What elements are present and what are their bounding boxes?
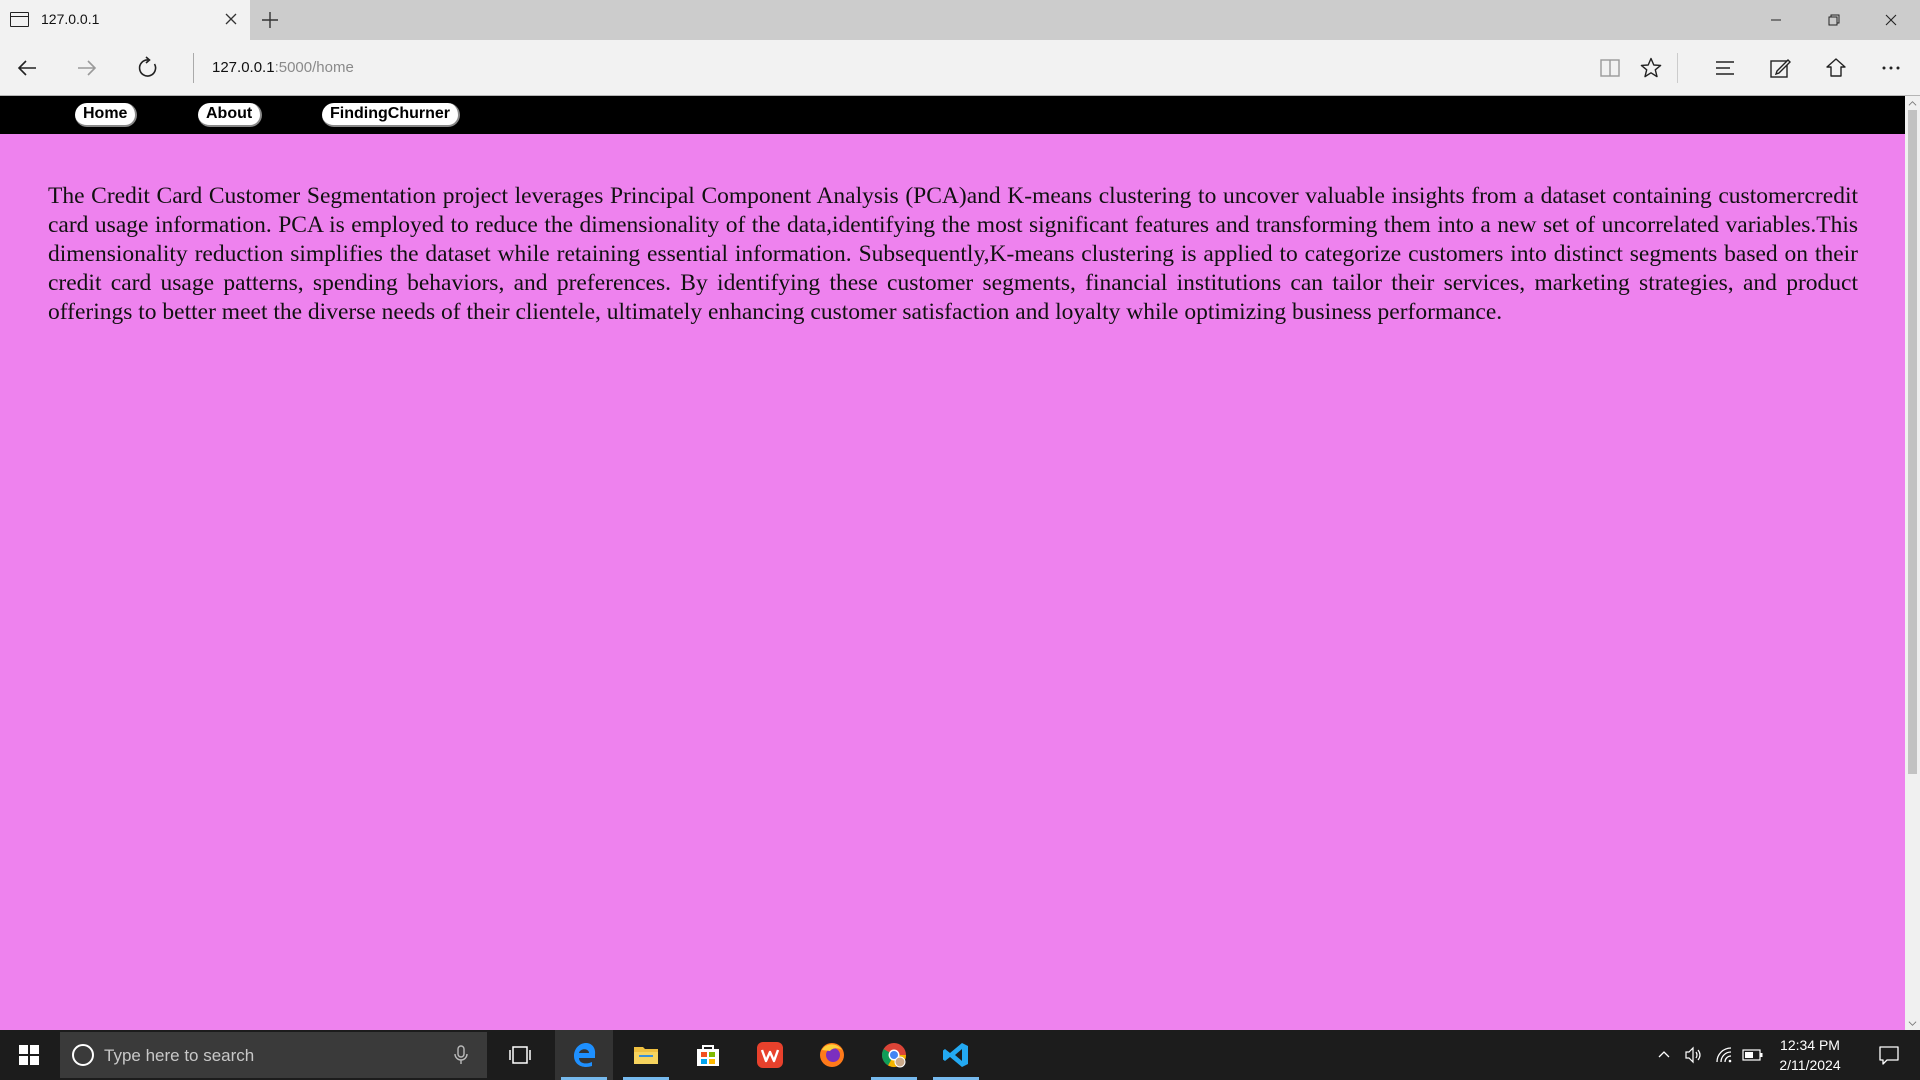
nav-about-link[interactable]: About <box>198 103 263 127</box>
refresh-button[interactable] <box>130 50 166 86</box>
vscode-icon[interactable] <box>927 1030 985 1080</box>
show-hidden-icons-chevron-icon[interactable] <box>1651 1030 1677 1080</box>
windows-start-icon[interactable] <box>0 1030 58 1080</box>
page-viewport: Home About FindingChurner The Credit Car… <box>0 96 1920 1030</box>
minimize-button[interactable] <box>1748 0 1804 40</box>
close-tab-icon[interactable] <box>221 9 241 29</box>
wps-office-icon[interactable] <box>741 1030 799 1080</box>
share-icon[interactable] <box>1818 50 1854 86</box>
task-view-icon[interactable] <box>491 1030 549 1080</box>
browser-tab[interactable]: 127.0.0.1 <box>0 0 250 40</box>
search-placeholder: Type here to search <box>104 1046 255 1065</box>
toolbar-separator <box>1677 53 1678 83</box>
forward-button[interactable] <box>69 50 105 86</box>
taskbar-search-box[interactable]: Type here to search <box>60 1032 487 1078</box>
url-host: 127.0.0.1 <box>212 59 275 76</box>
close-window-button[interactable] <box>1863 0 1919 40</box>
project-description: The Credit Card Customer Segmentation pr… <box>48 183 1858 325</box>
volume-icon[interactable] <box>1679 1030 1707 1080</box>
store-icon[interactable] <box>679 1030 737 1080</box>
clock-date: 2/11/2024 <box>1779 1057 1841 1073</box>
scroll-thumb[interactable] <box>1908 110 1917 774</box>
hub-icon[interactable] <box>1707 50 1743 86</box>
file-explorer-icon[interactable] <box>617 1030 675 1080</box>
url-path: :5000/home <box>274 59 354 76</box>
address-bar[interactable]: 127.0.0.1:5000/home <box>212 59 354 76</box>
microphone-icon[interactable] <box>451 1044 471 1066</box>
restore-button[interactable] <box>1806 0 1862 40</box>
nav-findingchurner-link[interactable]: FindingChurner <box>322 103 460 127</box>
web-note-icon[interactable] <box>1762 50 1798 86</box>
wifi-icon[interactable] <box>1711 1030 1737 1080</box>
page-scrollbar[interactable] <box>1905 96 1920 1030</box>
scroll-up-arrow-icon[interactable] <box>1905 96 1920 110</box>
edge-icon[interactable] <box>555 1030 613 1080</box>
more-options-icon[interactable] <box>1873 50 1909 86</box>
clock-time: 12:34 PM <box>1780 1037 1840 1053</box>
windows-taskbar: Type here to search 12:34 PM 2/11/2024 <box>0 1030 1920 1080</box>
firefox-icon[interactable] <box>803 1030 861 1080</box>
browser-toolbar: 127.0.0.1:5000/home <box>0 40 1920 96</box>
action-center-icon[interactable] <box>1864 1030 1914 1080</box>
reading-view-icon[interactable] <box>1592 50 1628 86</box>
back-button[interactable] <box>9 50 45 86</box>
new-tab-button[interactable] <box>255 5 285 35</box>
nav-home-link[interactable]: Home <box>75 103 138 127</box>
favorite-star-icon[interactable] <box>1633 50 1669 86</box>
scroll-down-arrow-icon[interactable] <box>1905 1016 1920 1030</box>
address-divider <box>193 53 194 83</box>
page-icon <box>10 12 29 27</box>
tab-title: 127.0.0.1 <box>41 11 100 27</box>
browser-tab-bar: 127.0.0.1 <box>0 0 1920 40</box>
chrome-icon[interactable] <box>865 1030 923 1080</box>
taskbar-clock[interactable]: 12:34 PM 2/11/2024 <box>1760 1035 1860 1075</box>
site-navbar: Home About FindingChurner <box>0 96 1905 134</box>
cortana-icon <box>72 1044 94 1066</box>
